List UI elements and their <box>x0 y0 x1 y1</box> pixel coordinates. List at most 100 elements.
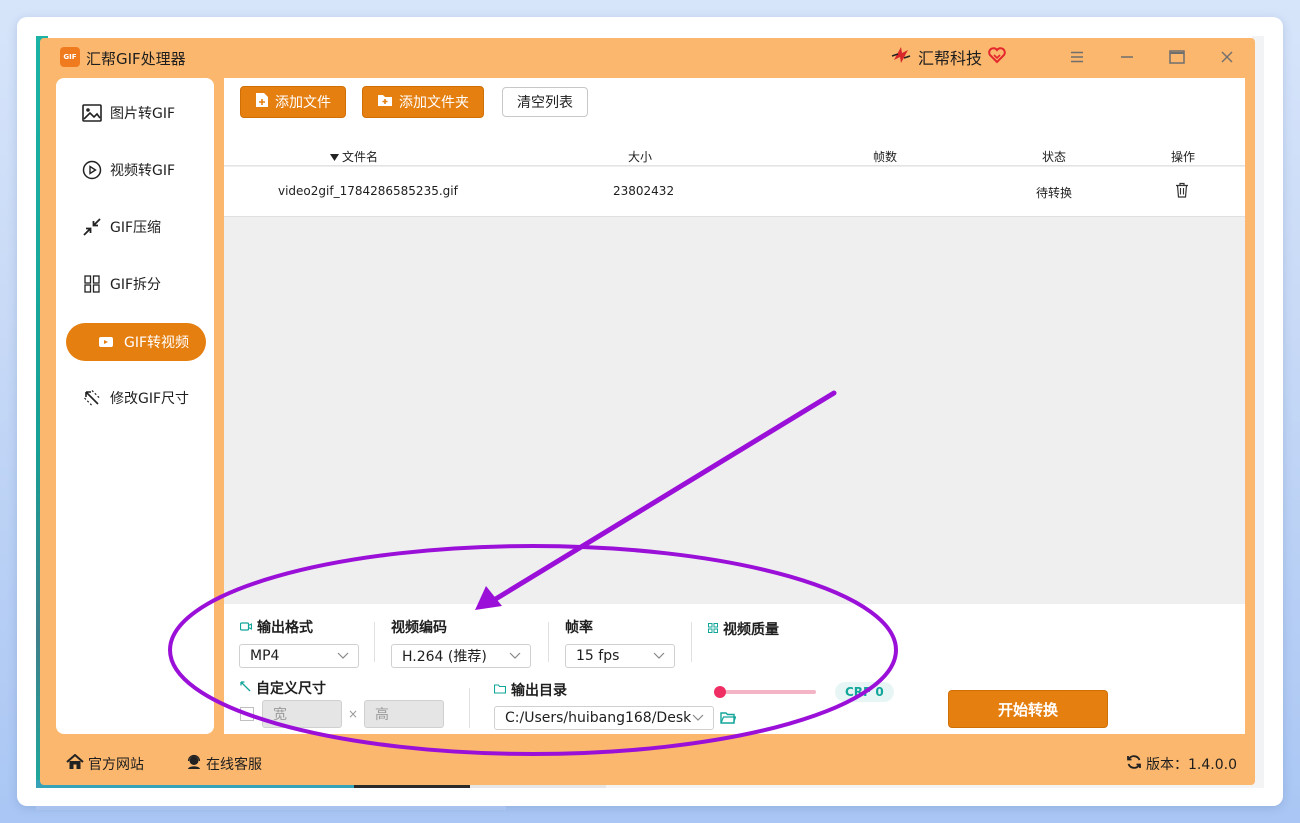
clear-list-button[interactable]: 清空列表 <box>502 87 588 117</box>
trash-icon[interactable] <box>1175 182 1189 201</box>
version-label: 版本：1.4.0.0 <box>1146 757 1237 773</box>
column-status[interactable]: 状态 <box>1042 148 1066 165</box>
image-icon <box>82 103 102 123</box>
add-folder-label: 添加文件夹 <box>399 95 469 111</box>
output-format-value: MP4 <box>250 648 280 664</box>
chevron-down-icon <box>652 648 666 662</box>
brand: 汇帮科技 <box>890 45 1006 69</box>
times-sign: × <box>348 707 359 721</box>
file-list-empty-area <box>224 217 1245 604</box>
output-format-text: 输出格式 <box>257 620 313 636</box>
title-bar[interactable]: GIF 汇帮GIF处理器 汇帮科技 <box>40 38 1255 76</box>
sidebar: 图片转GIF 视频转GIF GIF压缩 GIF拆分 GIF转视频 修改GIF尺寸 <box>56 78 214 734</box>
sidebar-item-gif-split[interactable]: GIF拆分 <box>66 265 206 303</box>
output-format-label: 输出格式 <box>239 617 313 637</box>
chevron-down-icon <box>336 648 350 662</box>
framerate-value: 15 fps <box>576 648 620 664</box>
sort-down-icon <box>330 150 339 164</box>
online-support-link[interactable]: 在线客服 <box>186 754 262 774</box>
divider <box>691 622 692 662</box>
cell-size: 23802432 <box>613 184 675 198</box>
brand-name: 汇帮科技 <box>918 49 983 68</box>
settings-panel: 输出格式 MP4 视频编码 H.264 (推荐) 帧率 15 fps 视频质量 … <box>224 604 1245 734</box>
minimize-icon[interactable] <box>1116 46 1138 68</box>
quality-slider-handle[interactable] <box>714 686 726 698</box>
resize-icon <box>82 388 102 408</box>
video-codec-value: H.264 (推荐) <box>402 649 487 665</box>
video-codec-select[interactable]: H.264 (推荐) <box>391 644 531 668</box>
official-website-label: 官方网站 <box>88 757 144 773</box>
sidebar-item-label: 修改GIF尺寸 <box>110 391 190 407</box>
column-label: 文件名 <box>342 150 379 164</box>
folder-small-icon <box>493 682 507 698</box>
background-progress-line <box>36 806 506 810</box>
version-info[interactable]: 版本：1.4.0.0 <box>1126 754 1237 774</box>
sidebar-item-gif-compress[interactable]: GIF压缩 <box>66 208 206 246</box>
output-dir-label: 输出目录 <box>493 680 567 700</box>
column-filename[interactable]: 文件名 <box>330 148 378 165</box>
play-circle-icon <box>82 160 102 180</box>
add-file-icon <box>255 92 269 112</box>
sidebar-item-label: GIF转视频 <box>124 335 190 351</box>
toolbar: 添加文件 添加文件夹 清空列表 <box>224 78 1245 128</box>
sidebar-item-video-to-gif[interactable]: 视频转GIF <box>66 151 206 189</box>
heart-icon <box>988 46 1006 68</box>
divider <box>469 688 470 728</box>
grid-icon <box>708 621 718 637</box>
sidebar-item-label: GIF压缩 <box>110 220 162 236</box>
split-icon <box>82 274 102 294</box>
start-convert-button[interactable]: 开始转换 <box>948 690 1108 728</box>
column-frames[interactable]: 帧数 <box>873 148 897 165</box>
column-action: 操作 <box>1171 150 1196 164</box>
crf-badge: CRF 0 <box>835 682 894 702</box>
video-codec-label: 视频编码 <box>391 620 447 636</box>
headset-icon <box>186 754 202 774</box>
quality-slider-track[interactable] <box>720 690 816 694</box>
framerate-label: 帧率 <box>565 620 593 636</box>
output-format-select[interactable]: MP4 <box>239 644 359 668</box>
width-input[interactable]: 宽 <box>262 700 342 728</box>
sidebar-item-label: GIF拆分 <box>110 277 162 293</box>
close-icon[interactable] <box>1216 46 1238 68</box>
status-bar: 官方网站 在线客服 版本：1.4.0.0 <box>40 743 1255 781</box>
column-size[interactable]: 大小 <box>628 148 652 165</box>
sidebar-item-label: 视频转GIF <box>110 163 176 179</box>
app-window: GIF 汇帮GIF处理器 汇帮科技 图片转GIF 视频转GIF GIF压缩 GI… <box>40 38 1255 785</box>
official-website-link[interactable]: 官方网站 <box>66 753 144 774</box>
refresh-icon <box>1126 754 1142 774</box>
online-support-label: 在线客服 <box>206 757 262 773</box>
video-icon <box>96 332 116 352</box>
divider <box>548 622 549 662</box>
main-panel: 添加文件 添加文件夹 清空列表 文件名 大小 帧数 状态 操作 video2gi… <box>224 78 1245 734</box>
custom-size-text: 自定义尺寸 <box>256 681 326 697</box>
video-camera-icon <box>239 619 253 635</box>
sidebar-item-label: 图片转GIF <box>110 106 176 122</box>
brand-logo-icon <box>890 44 912 70</box>
video-quality-label: 视频质量 <box>708 619 779 639</box>
video-quality-text: 视频质量 <box>723 622 779 638</box>
output-dir-select[interactable]: C:/Users/huibang168/Desk <box>494 706 714 730</box>
output-dir-value: C:/Users/huibang168/Desk <box>505 710 692 726</box>
add-file-button[interactable]: 添加文件 <box>240 86 346 118</box>
maximize-icon[interactable] <box>1166 46 1188 68</box>
divider <box>374 622 375 662</box>
custom-size-label: 自定义尺寸 <box>240 678 326 698</box>
cell-filename: video2gif_1784286585235.gif <box>278 184 458 198</box>
table-header: 文件名 大小 帧数 状态 操作 <box>224 128 1245 166</box>
add-folder-button[interactable]: 添加文件夹 <box>362 86 484 118</box>
app-title: 汇帮GIF处理器 <box>86 50 186 68</box>
sidebar-item-gif-to-video[interactable]: GIF转视频 <box>66 323 206 361</box>
output-dir-text: 输出目录 <box>511 683 567 699</box>
add-folder-icon <box>377 93 393 111</box>
resize-small-icon <box>240 680 251 696</box>
sidebar-item-image-to-gif[interactable]: 图片转GIF <box>66 94 206 132</box>
table-row[interactable]: video2gif_1784286585235.gif 23802432 待转换 <box>224 167 1245 217</box>
chevron-down-icon <box>508 648 522 662</box>
compress-icon <box>82 217 102 237</box>
framerate-select[interactable]: 15 fps <box>565 644 675 668</box>
open-folder-icon[interactable] <box>720 710 737 729</box>
sidebar-item-resize-gif[interactable]: 修改GIF尺寸 <box>66 379 206 417</box>
custom-size-checkbox[interactable] <box>240 707 254 721</box>
menu-icon[interactable] <box>1066 46 1088 68</box>
height-input[interactable]: 高 <box>364 700 444 728</box>
